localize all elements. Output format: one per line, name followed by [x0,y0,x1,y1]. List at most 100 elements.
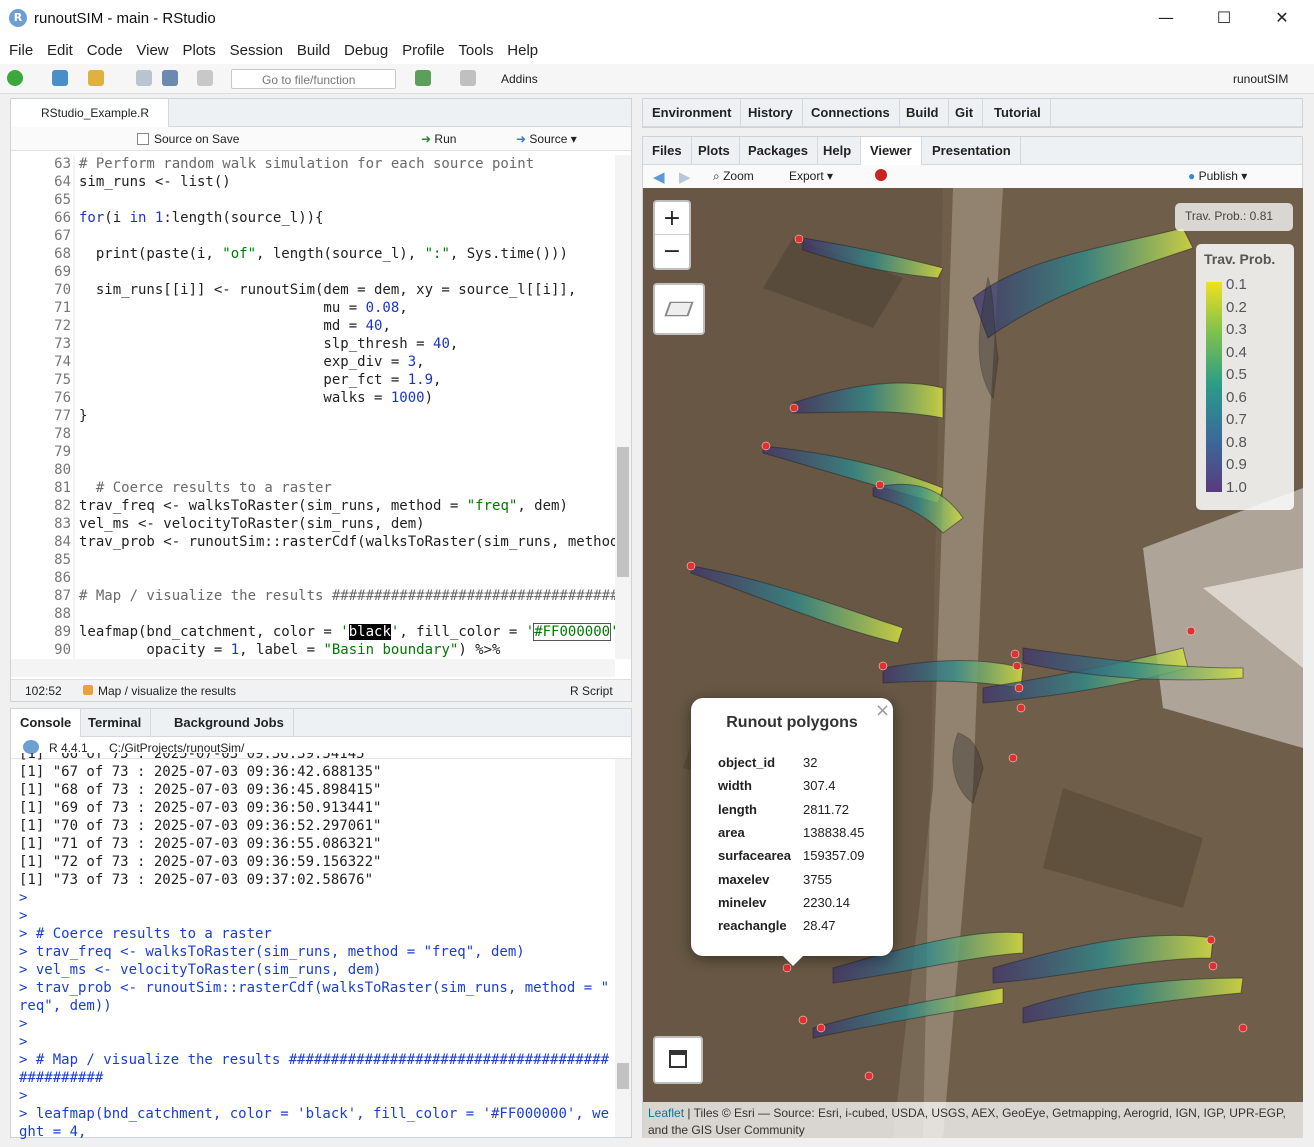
vcs-icon[interactable] [415,70,431,86]
line-number: 67 [54,228,71,244]
menu-plots[interactable]: Plots [173,38,215,59]
line-number: 80 [54,462,71,478]
legend-label: 0.1 [1226,276,1247,293]
cursor-position: 102:52 [25,684,62,698]
open-file-icon[interactable] [88,70,104,86]
legend-label: 0.9 [1226,456,1247,473]
tab-plots[interactable]: Plots [689,137,740,165]
save-icon[interactable] [136,70,152,86]
env-tabbar: Environment History Connections Build Gi… [643,99,1302,127]
menu-build[interactable]: Build [288,38,330,59]
leaflet-map[interactable]: + − Trav. Prob.: 0.81 Trav. Prob. 0.1 0.… [643,188,1303,1138]
tab-connections[interactable]: Connections [802,99,900,127]
measure-control[interactable] [653,1036,703,1084]
run-button[interactable]: ➜ Run [421,132,456,146]
print-icon[interactable] [197,70,213,86]
console-line: > # Map / visualize the results ########… [19,1052,609,1068]
editor-vscrollbar[interactable] [615,155,631,659]
tab-build[interactable]: Build [897,99,949,127]
save-all-icon[interactable] [162,70,178,86]
menu-edit[interactable]: Edit [38,38,73,59]
minimize-button[interactable]: — [1151,8,1181,27]
tab-files[interactable]: Files [643,137,692,165]
grid-layout-icon[interactable] [460,70,476,86]
console-line: [1] "70 of 73 : 2025-07-03 09:36:52.2970… [19,818,382,834]
source-on-save-checkbox[interactable] [137,133,149,145]
console-line: > [19,1016,28,1032]
new-file-icon[interactable] [7,70,23,86]
tab-presentation[interactable]: Presentation [923,137,1021,165]
section-name[interactable]: Map / visualize the results [98,684,236,698]
new-project-icon[interactable] [52,70,68,86]
clear-viewer-icon[interactable] [875,169,887,181]
editor-statusbar: 102:52 Map / visualize the results R Scr… [11,679,631,701]
console-scroll-thumb[interactable] [617,1063,629,1089]
line-number: 87 [54,588,71,604]
line-number: 81 [54,480,71,496]
tab-viewer[interactable]: Viewer [861,137,922,165]
zoom-out-button[interactable]: − [655,235,689,268]
goto-file-input[interactable]: Go to file/function [231,69,396,89]
tab-console[interactable]: Console [11,709,82,737]
editor-hscrollbar[interactable] [11,659,615,677]
legend-label: 0.3 [1226,321,1247,338]
measure-icon [669,1050,687,1068]
line-number: 66 [54,210,71,226]
maximize-button[interactable]: ☐ [1209,8,1239,27]
popup-row: width 307.4 [718,778,836,793]
menu-help[interactable]: Help [498,38,538,59]
addins-menu[interactable]: Addins [501,72,538,86]
tab-tutorial[interactable]: Tutorial [985,99,1051,127]
menu-tools[interactable]: Tools [449,38,493,59]
publish-button[interactable]: ● Publish ▾ [1188,169,1247,183]
line-number: 74 [54,354,71,370]
tab-background-jobs[interactable]: Background Jobs [165,709,294,737]
project-menu[interactable]: runoutSIM [1233,72,1288,86]
menu-profile[interactable]: Profile [393,38,445,59]
console-output[interactable]: [1] "66 of 73 : 2025-07-03 09:36:39.5414… [19,753,609,1139]
console-line: [1] "73 of 73 : 2025-07-03 09:37:02.5867… [19,872,374,888]
popup-title: Runout polygons [726,714,858,731]
tab-help[interactable]: Help [814,137,862,165]
main-toolbar: Go to file/function Addins runoutSIM [0,64,1314,94]
close-button[interactable]: ✕ [1267,8,1297,27]
zoom-button[interactable]: ⌕ Zoom [713,169,754,184]
code-area[interactable]: 63 64 65 66 67 68 69 70 71 72 73 74 75 7… [11,155,615,659]
zoom-in-button[interactable]: + [655,202,689,235]
menu-debug[interactable]: Debug [335,38,388,59]
source-button[interactable]: ➜ Source ▾ [516,132,577,146]
section-icon [83,685,93,695]
layers-control[interactable] [653,283,705,335]
console-vscrollbar[interactable] [615,759,631,1137]
console-line: > [19,890,28,906]
menu-file[interactable]: File [0,38,33,59]
line-number: 85 [54,552,71,568]
menu-session[interactable]: Session [221,38,283,59]
tab-git[interactable]: Git [946,99,984,127]
tab-history[interactable]: History [739,99,803,127]
hover-info-box: Trav. Prob.: 0.81 [1175,203,1293,231]
tab-rstudio-example[interactable]: RStudio_Example.R [11,99,169,127]
editor-tabbar: RStudio_Example.R [11,99,631,127]
line-number: 84 [54,534,71,550]
popup-row: surfacearea 159357.09 [718,848,865,863]
back-arrow-icon[interactable]: ◀ [653,168,665,186]
editor-scroll-thumb[interactable] [617,447,629,577]
tab-packages[interactable]: Packages [739,137,818,165]
tab-terminal[interactable]: Terminal [79,709,152,737]
menu-code[interactable]: Code [78,38,123,59]
console-line: > [19,1034,28,1050]
console-line: ########## [19,1070,104,1086]
menu-bar: File Edit Code View Plots Session Build … [0,38,1314,64]
console-line: [1] "69 of 73 : 2025-07-03 09:36:50.9134… [19,800,382,816]
title-bar: R runoutSIM - main - RStudio — ☐ ✕ [0,0,1314,38]
console-line: [1] "71 of 73 : 2025-07-03 09:36:55.0863… [19,836,382,852]
menu-view[interactable]: View [127,38,168,59]
legend-label: 0.5 [1226,366,1247,383]
tab-environment[interactable]: Environment [643,99,742,127]
leaflet-link[interactable]: Leaflet [648,1106,684,1120]
forward-arrow-icon[interactable]: ▶ [679,168,691,186]
export-button[interactable]: Export ▾ [789,169,833,183]
file-type[interactable]: R Script [570,684,613,698]
source-code[interactable]: # Perform random walk simulation for eac… [79,155,615,659]
